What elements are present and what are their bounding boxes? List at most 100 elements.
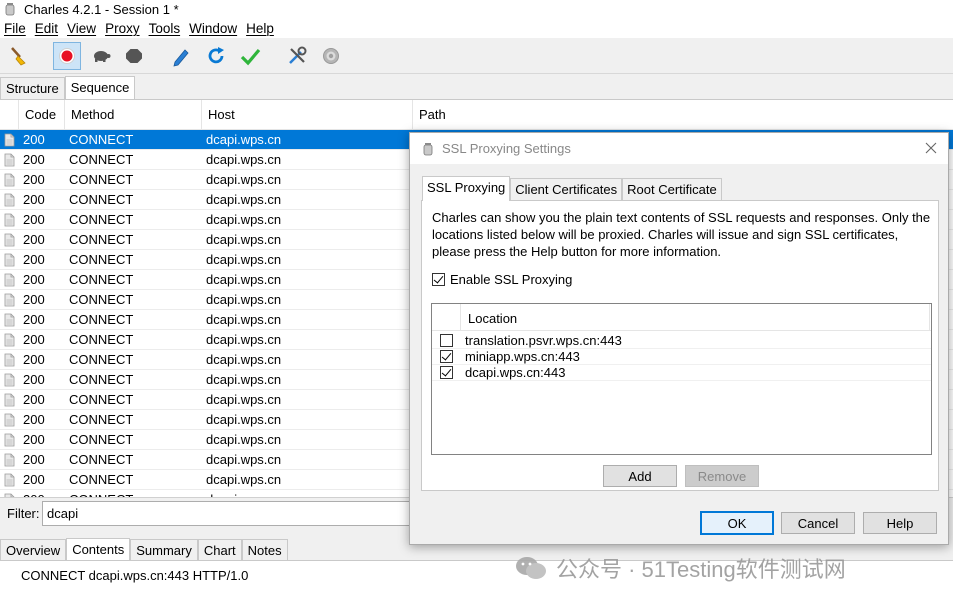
cell-method: CONNECT bbox=[69, 132, 134, 147]
gear-icon bbox=[323, 48, 339, 64]
dialog-tabs: SSL Proxying Client Certificates Root Ce… bbox=[422, 176, 722, 201]
compose-button[interactable] bbox=[167, 42, 195, 70]
tab-root-certificate[interactable]: Root Certificate bbox=[622, 178, 722, 200]
tab-structure[interactable]: Structure bbox=[0, 77, 65, 99]
breakpoints-button[interactable] bbox=[120, 42, 148, 70]
tools-button[interactable] bbox=[283, 42, 311, 70]
cell-method: CONNECT bbox=[69, 212, 134, 227]
request-icon bbox=[4, 353, 15, 367]
filter-input[interactable] bbox=[42, 501, 422, 526]
request-icon bbox=[4, 253, 15, 267]
tab-summary[interactable]: Summary bbox=[130, 539, 198, 560]
tab-chart[interactable]: Chart bbox=[197, 539, 242, 560]
enabled-column-header[interactable] bbox=[432, 304, 461, 331]
cell-code: 200 bbox=[23, 432, 45, 447]
cell-code: 200 bbox=[23, 392, 45, 407]
tab-sequence[interactable]: Sequence bbox=[64, 76, 136, 99]
cell-method: CONNECT bbox=[69, 472, 134, 487]
location-text: miniapp.wps.cn:443 bbox=[465, 349, 580, 364]
table-header: Code Method Host Path bbox=[0, 100, 953, 130]
location-enabled-checkbox[interactable] bbox=[440, 334, 453, 347]
menu-view[interactable]: View bbox=[63, 21, 101, 36]
cell-code: 200 bbox=[23, 472, 45, 487]
cell-method: CONNECT bbox=[69, 152, 134, 167]
turtle-icon bbox=[94, 51, 111, 62]
add-button[interactable]: Add bbox=[603, 465, 677, 487]
tab-client-certificates[interactable]: Client Certificates bbox=[510, 178, 623, 200]
cell-code: 200 bbox=[23, 452, 45, 467]
repeat-button[interactable] bbox=[202, 42, 230, 70]
cell-code: 200 bbox=[23, 172, 45, 187]
throttle-button[interactable] bbox=[87, 42, 115, 70]
menu-proxy[interactable]: Proxy bbox=[101, 21, 145, 36]
cell-method: CONNECT bbox=[69, 192, 134, 207]
cell-method: CONNECT bbox=[69, 412, 134, 427]
clear-session-button[interactable] bbox=[5, 42, 33, 70]
view-tabs: Structure Sequence bbox=[0, 76, 136, 99]
cell-method: CONNECT bbox=[69, 232, 134, 247]
request-icon bbox=[4, 473, 15, 487]
cell-method: CONNECT bbox=[69, 332, 134, 347]
enable-ssl-proxying-checkbox[interactable]: Enable SSL Proxying bbox=[432, 272, 572, 287]
request-icon bbox=[4, 273, 15, 287]
request-icon bbox=[4, 453, 15, 467]
menu-edit[interactable]: Edit bbox=[31, 21, 63, 36]
watermark-text: 公众号 · 51Testing软件测试网 bbox=[556, 557, 846, 582]
cell-host: dcapi.wps.cn bbox=[206, 192, 282, 207]
cell-host: dcapi.wps.cn bbox=[206, 372, 282, 387]
cell-code: 200 bbox=[23, 152, 45, 167]
cell-method: CONNECT bbox=[69, 272, 134, 287]
settings-button[interactable] bbox=[317, 42, 345, 70]
request-icon bbox=[4, 393, 15, 407]
location-enabled-checkbox[interactable] bbox=[440, 366, 453, 379]
window-title: Charles 4.2.1 - Session 1 * bbox=[24, 1, 179, 17]
location-row[interactable]: dcapi.wps.cn:443 bbox=[432, 365, 931, 381]
tab-ssl-proxying[interactable]: SSL Proxying bbox=[422, 176, 511, 201]
cell-host: dcapi.wps.cn bbox=[206, 352, 282, 367]
cell-host: dcapi.wps.cn bbox=[206, 392, 282, 407]
menu-window[interactable]: Window bbox=[185, 21, 242, 36]
enable-ssl-checkbox-box[interactable] bbox=[432, 273, 445, 286]
cell-code: 200 bbox=[23, 372, 45, 387]
record-button[interactable] bbox=[53, 42, 81, 70]
pen-icon bbox=[173, 49, 189, 67]
cell-host: dcapi.wps.cn bbox=[206, 152, 282, 167]
tab-contents[interactable]: Contents bbox=[66, 538, 131, 561]
cell-code: 200 bbox=[23, 132, 45, 147]
cell-host: dcapi.wps.cn bbox=[206, 412, 282, 427]
cancel-button[interactable]: Cancel bbox=[781, 512, 855, 534]
enable-ssl-label: Enable SSL Proxying bbox=[450, 272, 573, 287]
menu-help[interactable]: Help bbox=[242, 21, 279, 36]
tab-notes[interactable]: Notes bbox=[241, 539, 288, 560]
cell-code: 200 bbox=[23, 332, 45, 347]
column-header-method[interactable]: Method bbox=[65, 100, 202, 130]
validate-button[interactable] bbox=[236, 42, 264, 70]
charles-jar-icon bbox=[5, 3, 15, 16]
cell-method: CONNECT bbox=[69, 392, 134, 407]
remove-button[interactable]: Remove bbox=[685, 465, 759, 487]
ok-button[interactable]: OK bbox=[700, 511, 774, 535]
request-icon bbox=[4, 173, 15, 187]
location-row[interactable]: translation.psvr.wps.cn:443 bbox=[432, 333, 931, 349]
cell-code: 200 bbox=[23, 312, 45, 327]
column-header-path[interactable]: Path bbox=[413, 100, 953, 130]
location-enabled-checkbox[interactable] bbox=[440, 350, 453, 363]
location-row[interactable]: miniapp.wps.cn:443 bbox=[432, 349, 931, 365]
cell-method: CONNECT bbox=[69, 452, 134, 467]
location-text: translation.psvr.wps.cn:443 bbox=[465, 333, 622, 348]
menu-tools[interactable]: Tools bbox=[145, 21, 186, 36]
dialog-close-button[interactable] bbox=[920, 137, 942, 159]
column-header-location[interactable]: Location bbox=[468, 311, 517, 326]
location-table-header: Location bbox=[432, 304, 931, 331]
menu-file[interactable]: File bbox=[0, 21, 31, 36]
column-header-host[interactable]: Host bbox=[202, 100, 413, 130]
cell-host: dcapi.wps.cn bbox=[206, 172, 282, 187]
cell-method: CONNECT bbox=[69, 432, 134, 447]
close-icon bbox=[925, 142, 937, 154]
column-header-code[interactable]: Code bbox=[19, 100, 65, 130]
detail-tabs: Overview Contents Summary Chart Notes bbox=[0, 538, 288, 561]
help-button[interactable]: Help bbox=[863, 512, 937, 534]
tab-overview[interactable]: Overview bbox=[0, 539, 67, 560]
request-icon bbox=[4, 373, 15, 387]
icon-column-header[interactable] bbox=[0, 100, 19, 130]
